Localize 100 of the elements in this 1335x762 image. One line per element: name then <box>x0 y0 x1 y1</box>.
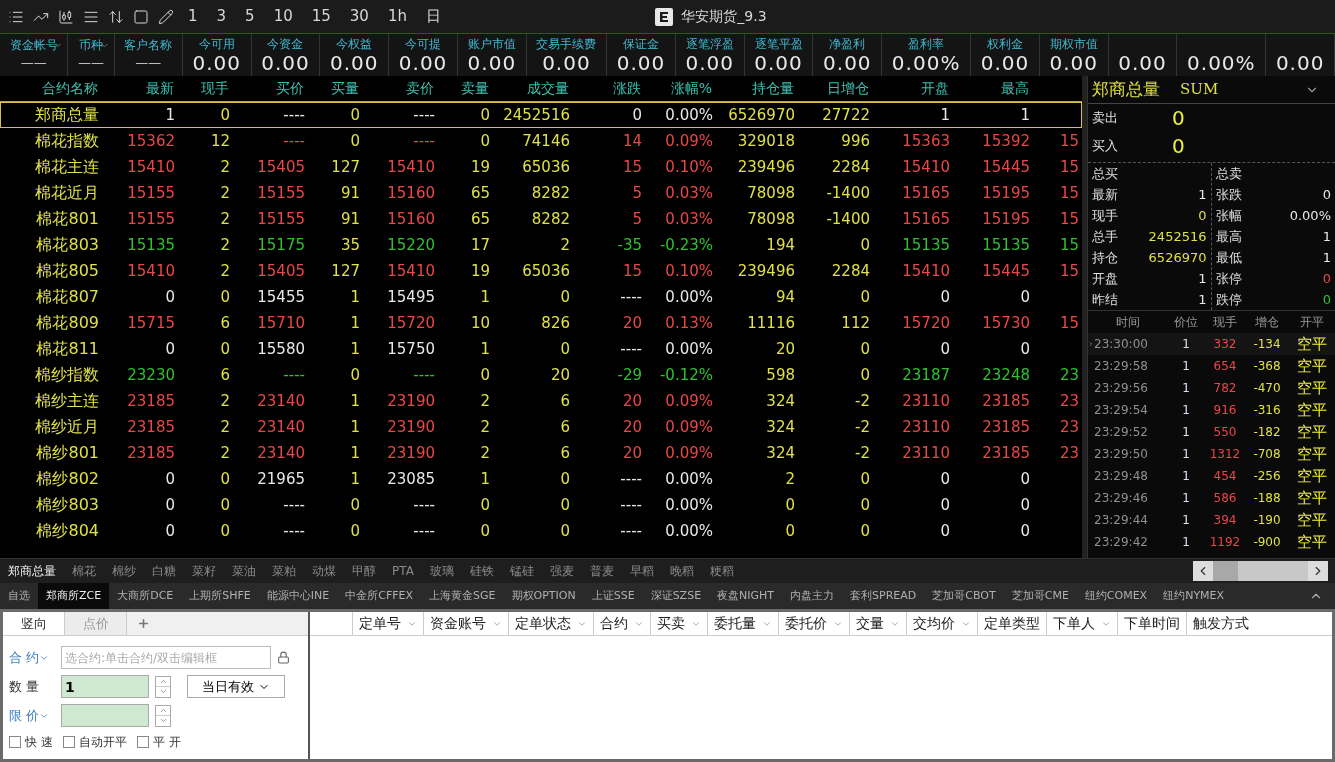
quote-row[interactable]: 棉花805 15410 2 15405 127 15410 19 65036 15 0.10% 239496 2284 15410 15445 15 <box>0 258 1082 284</box>
period-button[interactable]: 10 <box>268 9 298 24</box>
category-tab[interactable]: 菜粕 <box>264 559 304 583</box>
column-header[interactable]: 交均价 <box>906 612 977 635</box>
exchange-tab[interactable]: 郑商所ZCE <box>38 583 110 609</box>
spinner-button[interactable] <box>155 675 171 698</box>
arrows-icon[interactable] <box>108 8 124 25</box>
square-icon[interactable] <box>133 8 149 25</box>
quote-row[interactable]: 棉纱指数 23230 6 ---- 0 ---- 0 20 -29 -0.12% 598 0 23187 23248 23 <box>0 362 1082 388</box>
add-icon[interactable] <box>137 617 150 630</box>
contract-selector[interactable]: 合 约 <box>9 647 55 668</box>
column-header[interactable]: 定单类型 <box>977 612 1046 635</box>
category-tab[interactable]: 郑商总量 <box>0 559 64 583</box>
exchange-tab[interactable]: 芝加哥CBOT <box>924 583 1004 609</box>
tick-row[interactable]: 23:29:58 1 654 -368 空平 <box>1088 355 1335 377</box>
exchange-tab[interactable]: 期权OPTION <box>503 583 584 609</box>
quote-row[interactable]: 棉花811 0 0 15580 1 15750 1 0 ---- 0.00% 20 0 0 0 <box>0 336 1082 362</box>
category-tab[interactable]: 强麦 <box>541 559 582 583</box>
quote-row[interactable]: 棉花801 15155 2 15155 91 15160 65 8282 5 0.03% 78098 -1400 15165 15195 15 <box>0 206 1082 232</box>
exchange-tab[interactable]: 自选 <box>0 583 38 609</box>
column-header[interactable]: 买价 <box>231 78 306 99</box>
column-header[interactable]: 卖量 <box>436 78 491 99</box>
tick-row[interactable]: 23:29:42 1 1192 -900 空平 <box>1088 531 1335 553</box>
column-header[interactable]: 下单时间 <box>1117 612 1186 635</box>
column-header[interactable]: 开盘 <box>871 78 951 99</box>
column-header[interactable]: 买量 <box>306 78 361 99</box>
column-header[interactable]: 最新 <box>100 78 176 99</box>
account-field[interactable]: 币种 —— <box>68 34 115 76</box>
scroll-right-button[interactable] <box>1308 561 1328 581</box>
quote-row[interactable]: 棉纱801 23185 2 23140 1 23190 2 6 20 0.09% 324 -2 23110 23185 23 <box>0 440 1082 466</box>
column-header[interactable]: 合约名称 <box>0 78 100 99</box>
tick-row[interactable]: 23:30:00 1 332 -134 空平 <box>1088 333 1335 355</box>
exchange-tab[interactable]: 夜盘NIGHT <box>709 583 783 609</box>
quote-row[interactable]: 棉花主连 15410 2 15405 127 15410 19 65036 15 0.10% 239496 2284 15410 15445 15 <box>0 154 1082 180</box>
exchange-tab[interactable]: 内盘主力 <box>782 583 843 609</box>
column-header[interactable]: 触发方式 <box>1186 612 1255 635</box>
tick-row[interactable]: 23:29:46 1 586 -188 空平 <box>1088 487 1335 509</box>
tick-row[interactable]: 23:29:56 1 782 -470 空平 <box>1088 377 1335 399</box>
period-button[interactable]: 1h <box>382 9 412 24</box>
quote-row[interactable]: 棉花807 0 0 15455 1 15495 1 0 ---- 0.00% 94 0 0 0 <box>0 284 1082 310</box>
scroll-left-button[interactable] <box>1193 561 1213 581</box>
quote-row[interactable]: 棉花803 15135 2 15175 35 15220 17 2 -35 -0.23% 194 0 15135 15135 15 <box>0 232 1082 258</box>
quote-row[interactable]: 棉花近月 15155 2 15155 91 15160 65 8282 5 0.03% 78098 -1400 15165 15195 15 <box>0 180 1082 206</box>
quote-row[interactable]: 棉纱802 0 0 21965 1 23085 1 0 ---- 0.00% 2 0 0 0 <box>0 466 1082 492</box>
category-tab[interactable]: 白糖 <box>144 559 184 583</box>
exchange-tab[interactable]: 纽约NYMEX <box>1155 583 1233 609</box>
exchange-tab[interactable]: 深证SZSE <box>642 583 710 609</box>
category-tab[interactable]: 锰硅 <box>501 559 542 583</box>
quote-row[interactable]: 棉纱803 0 0 ---- 0 ---- 0 0 ---- 0.00% 0 0 0 0 <box>0 492 1082 518</box>
category-tab[interactable]: 玻璃 <box>421 559 462 583</box>
column-header[interactable]: 定单号 <box>352 612 423 635</box>
category-tab[interactable]: 普麦 <box>581 559 622 583</box>
exchange-tab[interactable]: 纽约COMEX <box>1076 583 1156 609</box>
exchange-tab[interactable]: 套利SPREAD <box>842 583 925 609</box>
lock-icon[interactable] <box>277 651 290 664</box>
tick-row[interactable]: 23:29:44 1 394 -190 空平 <box>1088 509 1335 531</box>
exchange-tab[interactable]: 上期所SHFE <box>181 583 259 609</box>
category-tab[interactable]: 硅铁 <box>461 559 502 583</box>
column-header[interactable]: 卖价 <box>361 78 436 99</box>
category-tab[interactable]: 晚稻 <box>661 559 702 583</box>
price-type-selector[interactable]: 限 价 <box>9 705 55 726</box>
validity-dropdown[interactable]: 当日有效 <box>187 675 285 698</box>
column-header[interactable]: 现手 <box>176 78 231 99</box>
category-tab[interactable]: 棉纱 <box>104 559 144 583</box>
tick-row[interactable]: 23:29:50 1 1312 -708 空平 <box>1088 443 1335 465</box>
exchange-tab[interactable]: 能源中心INE <box>258 583 338 609</box>
category-tab[interactable]: 甲醇 <box>344 559 384 583</box>
column-header[interactable]: 最高 <box>951 78 1031 99</box>
exchange-tab[interactable]: 中金所CFFEX <box>337 583 422 609</box>
candlestick-icon[interactable] <box>58 8 74 25</box>
exchange-tab[interactable]: 芝加哥CME <box>1003 583 1077 609</box>
column-header[interactable]: 委托价 <box>778 612 849 635</box>
tick-row[interactable]: 23:29:52 1 550 -182 空平 <box>1088 421 1335 443</box>
account-field[interactable]: 资金帐号 —— <box>0 34 69 76</box>
period-button[interactable]: 日 <box>421 9 446 24</box>
tick-row[interactable]: 23:29:48 1 454 -256 空平 <box>1088 465 1335 487</box>
period-button[interactable]: 15 <box>306 9 336 24</box>
category-tab[interactable]: 粳稻 <box>701 559 742 583</box>
period-button[interactable]: 1 <box>183 9 203 24</box>
column-header[interactable]: 下单人 <box>1046 612 1117 635</box>
column-header[interactable]: 涨跌 <box>571 78 643 99</box>
category-tab[interactable]: 早稻 <box>621 559 662 583</box>
quote-row[interactable]: 棉花809 15715 6 15710 1 15720 10 826 20 0.13% 11116 112 15720 15730 15 <box>0 310 1082 336</box>
spinner-button[interactable] <box>155 704 171 727</box>
column-header[interactable]: 资金账号 <box>423 612 508 635</box>
quote-row[interactable]: 棉纱近月 23185 2 23140 1 23190 2 6 20 0.09% 324 -2 23110 23185 23 <box>0 414 1082 440</box>
option-checkbox[interactable]: 自动开平 <box>62 733 127 751</box>
category-tab[interactable]: PTA <box>384 559 422 583</box>
column-header[interactable]: 委托量 <box>707 612 778 635</box>
tick-row[interactable]: 23:29:54 1 916 -316 空平 <box>1088 399 1335 421</box>
option-checkbox[interactable]: 平 开 <box>136 733 181 751</box>
quote-row[interactable]: 棉花指数 15362 12 ---- 0 ---- 0 74146 14 0.09% 329018 996 15363 15392 15 <box>0 128 1082 154</box>
column-header[interactable]: 买卖 <box>650 612 707 635</box>
period-button[interactable]: 30 <box>344 9 374 24</box>
category-tab[interactable]: 动煤 <box>304 559 344 583</box>
quantity-field[interactable]: 1 <box>61 675 149 698</box>
category-tab[interactable]: 菜油 <box>224 559 264 583</box>
order-tab[interactable]: 竖向 <box>3 612 65 635</box>
column-header[interactable]: 持仓量 <box>714 78 796 99</box>
quote-row[interactable]: 棉纱主连 23185 2 23140 1 23190 2 6 20 0.09% 324 -2 23110 23185 23 <box>0 388 1082 414</box>
